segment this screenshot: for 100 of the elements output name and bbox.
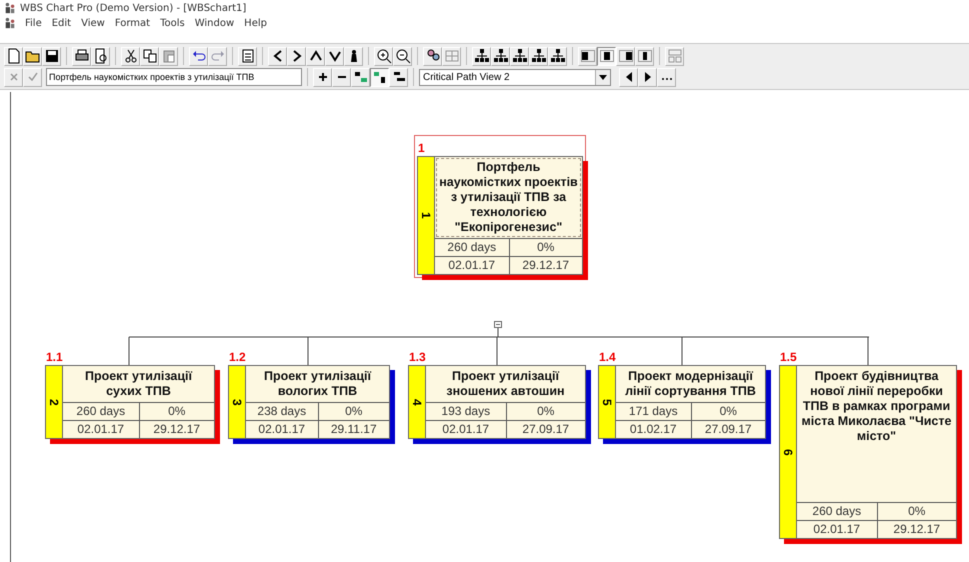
save-icon [44, 48, 60, 64]
org-button[interactable] [548, 46, 567, 66]
task-title: Проект утилізації вологих ТПВ [264, 369, 372, 398]
copy-icon [142, 48, 158, 64]
task-node[interactable]: 4 Проект утилізації зношених автошин 193 days 0% 02.01.17 27.09.17 [408, 365, 586, 439]
chevron-up-button[interactable] [306, 46, 325, 66]
add-sibling-button[interactable] [370, 68, 389, 86]
finish-cell: 27.09.17 [690, 420, 765, 438]
notes-icon [240, 48, 256, 64]
task-title: Проект утилізації сухих ТПВ [84, 369, 192, 398]
complete-cell: 0% [138, 403, 214, 420]
task-title: Проект будівництва нової лінії переробки ТПВ в рамках програми міста Миколаєва "Чисте місто" [802, 369, 952, 443]
menu-item[interactable]: Tools [159, 18, 186, 28]
task-title: Проект модернізації лінії сортування ТПВ [625, 369, 756, 398]
layout-icon [666, 48, 682, 64]
task-node[interactable]: 1 Портфель наукомістких проектів з утилізації ТПВ за технологією "Екопірогенезис" 260 days 0% 02.01.17 29.12.17 [417, 156, 583, 275]
task-node[interactable]: 5 Проект модернізації лінії сортування ТПВ 171 days 0% 01.02.17 27.09.17 [598, 365, 766, 439]
print-preview-button[interactable] [91, 46, 110, 66]
add-child-button[interactable] [351, 68, 370, 86]
task-node[interactable]: 2 Проект утилізації сухих ТПВ 260 days 0% 02.01.17 29.12.17 [45, 365, 215, 439]
zoom-in-button[interactable] [374, 46, 393, 66]
zoom-out-icon [394, 48, 410, 64]
add-button[interactable] [313, 68, 332, 86]
zoom-in-icon [376, 48, 392, 64]
figures-icon [4, 17, 16, 29]
tree-mixed-button[interactable] [529, 46, 548, 66]
people-button[interactable] [423, 46, 442, 66]
name-input-field[interactable]: Портфель наукомістких проектів з утилізації ТПВ [46, 68, 302, 86]
duration-cell-text: 260 days [75, 403, 126, 420]
tree-button[interactable] [472, 46, 491, 66]
collapse-handle-icon[interactable] [494, 321, 502, 328]
node-number-strip: 3 [229, 366, 246, 438]
printer-button[interactable] [72, 46, 91, 66]
level-button[interactable] [389, 68, 408, 86]
zoom-out-button[interactable] [393, 46, 412, 66]
start-cell: 02.01.17 [435, 256, 508, 274]
task-node[interactable]: 6 Проект будівництва нової лінії переробки ТПВ в рамках програми міста Миколаєва "Чисте місто" 260 days 0% 02.01.17 29.12.17 [779, 365, 957, 539]
menu-item[interactable]: Edit [50, 18, 72, 28]
duration-cell-text: 260 days [811, 503, 862, 520]
wbs-code: 1.4 [598, 350, 616, 365]
task-title: Проект утилізації зношених автошин [446, 369, 565, 398]
next-button[interactable] [638, 68, 657, 86]
wbs-code: 1.5 [779, 350, 797, 365]
wbs-code: 1.1 [45, 350, 63, 365]
more-button[interactable] [657, 68, 676, 86]
undo-button[interactable] [189, 46, 208, 66]
node-number-strip: 1 [418, 157, 435, 274]
figure-button[interactable] [344, 46, 363, 66]
remove-button[interactable] [332, 68, 351, 86]
scissors-button[interactable] [121, 46, 140, 66]
child-node-icon [352, 69, 368, 85]
box-center-icon [598, 48, 614, 64]
notes-button[interactable] [238, 46, 257, 66]
new-file-button[interactable] [4, 46, 23, 66]
chevron-left-button[interactable] [268, 46, 287, 66]
previous-button[interactable] [619, 68, 638, 86]
new-file-icon [6, 48, 22, 64]
window-title: WBS Chart Pro (Demo Version) - [WBSchart1] [20, 2, 246, 14]
finish-cell: 29.12.17 [508, 256, 582, 274]
menu-item[interactable]: Format [114, 18, 152, 28]
duration-cell-text: 193 days [440, 403, 492, 420]
copy-button[interactable] [140, 46, 159, 66]
tree-icon [474, 48, 490, 64]
box-right-button[interactable] [616, 46, 635, 66]
org-icon [550, 48, 566, 64]
node-number-strip: 6 [780, 366, 797, 538]
box-narrow-button[interactable] [635, 46, 654, 66]
complete-cell: 0% [318, 403, 389, 420]
figures-icon [4, 2, 16, 14]
task-title: Портфель наукомістких проектів з утилізації ТПВ за технологією "Екопірогенезис" [439, 160, 578, 234]
save-button[interactable] [42, 46, 61, 66]
column-button[interactable] [510, 46, 529, 66]
print-preview-icon [92, 48, 108, 64]
menu-item[interactable]: Help [243, 18, 268, 28]
finish-cell: 27.09.17 [506, 420, 585, 438]
tree-wide-button[interactable] [491, 46, 510, 66]
box-left-icon [580, 48, 596, 64]
open-folder-button[interactable] [23, 46, 42, 66]
duration-cell-text: 238 days [256, 403, 308, 420]
grid-icon [444, 48, 460, 64]
box-right-icon [618, 48, 634, 64]
box-narrow-icon [636, 48, 652, 64]
task-node[interactable]: 3 Проект утилізації вологих ТПВ 238 days 0% 02.01.17 29.11.17 [228, 365, 390, 439]
menu-item[interactable]: Window [194, 18, 236, 28]
box-center-button[interactable] [597, 46, 616, 66]
box-left-button[interactable] [578, 46, 597, 66]
view-dropdown[interactable]: Critical Path View 2 [419, 68, 611, 86]
paste-icon [160, 48, 176, 64]
menu-item[interactable]: File [24, 18, 43, 28]
complete-cell: 0% [506, 403, 585, 420]
complete-cell: 0% [690, 403, 765, 420]
chevron-down-button[interactable] [325, 46, 344, 66]
chevron-right-button[interactable] [287, 46, 306, 66]
wbs-code: 1.2 [228, 350, 246, 365]
start-cell: 02.01.17 [426, 420, 506, 438]
start-cell: 02.01.17 [246, 420, 318, 438]
wbs-code: 1.3 [408, 350, 426, 365]
finish-cell: 29.11.17 [318, 420, 389, 438]
menu-item[interactable]: View [80, 18, 106, 28]
caret-icon [599, 74, 607, 80]
